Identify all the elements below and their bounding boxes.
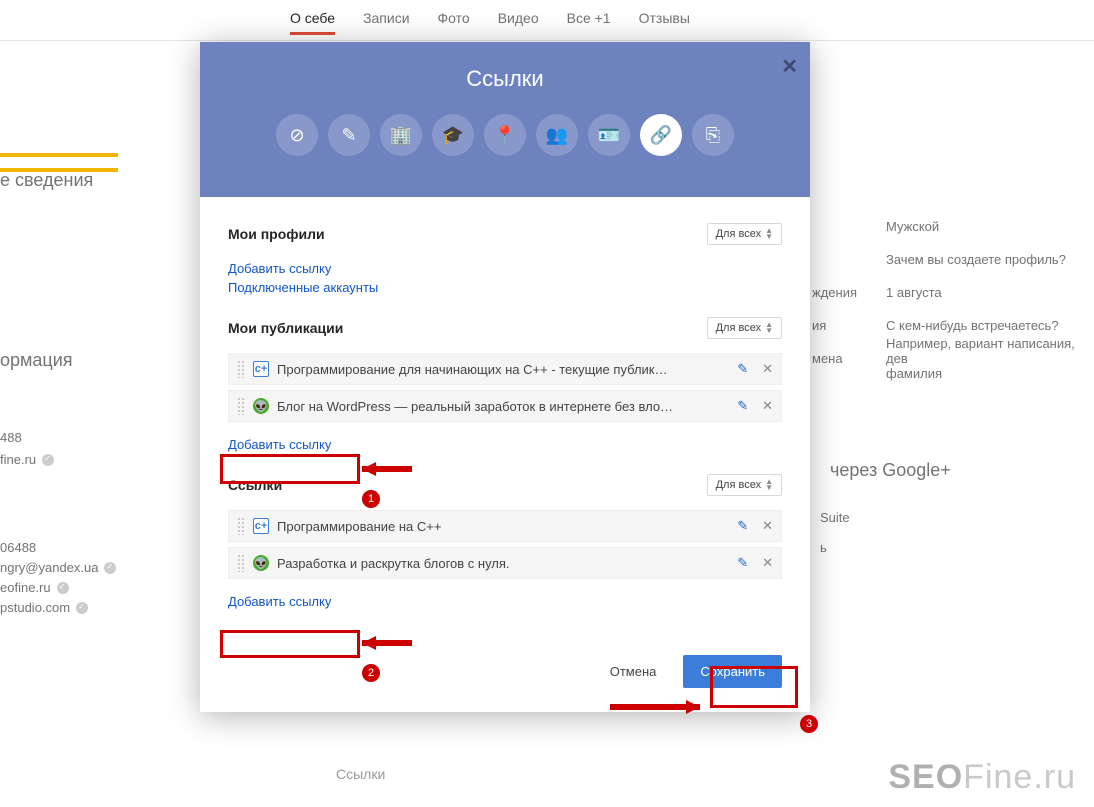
publication-title: Программирование для начинающих на C++ -… (277, 362, 737, 377)
info-heading: ормация (0, 350, 73, 371)
watermark: SEOFine.ru (888, 758, 1076, 797)
graduation-icon[interactable]: 🎓 (432, 114, 474, 156)
section-profiles: Мои профили Для всех ▲▼ Добавить ссылку … (228, 223, 782, 297)
remove-icon[interactable]: ✕ (762, 361, 773, 377)
bg-phone: 488 (0, 430, 22, 445)
tab-videos[interactable]: Видео (498, 10, 539, 43)
visibility-select-publications[interactable]: Для всех ▲▼ (707, 317, 782, 339)
bg-site: fine.ru (0, 452, 54, 467)
gplus-item-1: Suite (820, 510, 850, 525)
remove-icon[interactable]: ✕ (762, 398, 773, 414)
cancel-button[interactable]: Отмена (593, 655, 674, 688)
add-link-publications[interactable]: Добавить ссылку (228, 437, 331, 452)
annotation-badge-3: 3 (800, 715, 818, 733)
bg-email-1: ngry@yandex.ua (0, 560, 116, 575)
card-accent (0, 153, 118, 157)
save-button[interactable]: Сохранить (683, 655, 782, 688)
edit-icon[interactable]: ✎ (737, 555, 748, 571)
profile-field-labels: ждения ия мена (812, 210, 857, 375)
drag-handle-icon[interactable] (237, 554, 245, 572)
sort-icon: ▲▼ (765, 322, 773, 334)
modal-header: ✕ Ссылки ⊘ ✎ 🏢 🎓 📍 👥 🪪 🔗 ⎘ (200, 42, 810, 197)
gplus-heading: через Google+ (830, 460, 951, 481)
drag-handle-icon[interactable] (237, 397, 245, 415)
links-modal: ✕ Ссылки ⊘ ✎ 🏢 🎓 📍 👥 🪪 🔗 ⎘ Мои профили Д… (200, 42, 810, 712)
link-row[interactable]: c+ Программирование на C++ ✎ ✕ (228, 510, 782, 542)
link-row[interactable]: 👽 Разработка и раскрутка блогов с нуля. … (228, 547, 782, 579)
people-icon[interactable]: 👥 (536, 114, 578, 156)
remove-icon[interactable]: ✕ (762, 555, 773, 571)
nav-divider (0, 40, 1094, 41)
section-publications: Мои публикации Для всех ▲▼ c+ Программир… (228, 317, 782, 454)
drag-handle-icon[interactable] (237, 360, 245, 378)
favicon-alien-icon: 👽 (253, 398, 269, 414)
edit-icon[interactable]: ✎ (737, 398, 748, 414)
publication-row[interactable]: c+ Программирование для начинающих на C+… (228, 353, 782, 385)
tab-posts[interactable]: Записи (363, 10, 409, 43)
publication-title: Блог на WordPress — реальный заработок в… (277, 399, 737, 414)
section-title-publications: Мои публикации (228, 320, 343, 336)
publication-row[interactable]: 👽 Блог на WordPress — реальный заработок… (228, 390, 782, 422)
chain-icon[interactable]: 🔗 (640, 114, 682, 156)
add-link-links[interactable]: Добавить ссылку (228, 594, 331, 609)
id-card-icon[interactable]: 🪪 (588, 114, 630, 156)
favicon-cpp-icon: c+ (253, 518, 269, 534)
link-icon[interactable]: ⊘ (276, 114, 318, 156)
close-icon[interactable]: ✕ (781, 54, 798, 79)
favicon-alien-icon: 👽 (253, 555, 269, 571)
pencil-icon[interactable]: ✎ (328, 114, 370, 156)
bg-email-2: eofine.ru (0, 580, 69, 595)
add-link-profiles[interactable]: Добавить ссылку (228, 261, 331, 276)
modal-title: Ссылки (200, 42, 810, 92)
bg-phone2: 06488 (0, 540, 36, 555)
drag-handle-icon[interactable] (237, 517, 245, 535)
category-icons: ⊘ ✎ 🏢 🎓 📍 👥 🪪 🔗 ⎘ (200, 114, 810, 156)
gplus-item-2: ь (820, 540, 827, 555)
building-icon[interactable]: 🏢 (380, 114, 422, 156)
connected-accounts[interactable]: Подключенные аккаунты (228, 280, 378, 295)
section-links: Ссылки Для всех ▲▼ c+ Программирование н… (228, 474, 782, 611)
sort-icon: ▲▼ (765, 228, 773, 240)
edit-icon[interactable]: ✎ (737, 361, 748, 377)
profile-field-values: Мужской Зачем вы создаете профиль? 1 авг… (886, 210, 1094, 375)
annotation-badge-2: 2 (362, 664, 380, 682)
tab-reviews[interactable]: Отзывы (639, 10, 690, 43)
link-title: Программирование на C++ (277, 519, 737, 534)
tab-about[interactable]: О себе (290, 10, 335, 43)
bg-links-heading: Ссылки (336, 766, 385, 782)
sort-icon: ▲▼ (765, 479, 773, 491)
verified-icon (104, 562, 116, 574)
modal-body: Мои профили Для всех ▲▼ Добавить ссылку … (200, 197, 810, 655)
tab-plus-ones[interactable]: Все +1 (567, 10, 611, 43)
info-heading-right: е сведения (0, 170, 93, 191)
tab-photos[interactable]: Фото (438, 10, 470, 43)
visibility-select-profiles[interactable]: Для всех ▲▼ (707, 223, 782, 245)
section-title-profiles: Мои профили (228, 226, 325, 242)
pin-icon[interactable]: 📍 (484, 114, 526, 156)
edit-icon[interactable]: ✎ (737, 518, 748, 534)
favicon-cpp-icon: c+ (253, 361, 269, 377)
verified-icon (76, 602, 88, 614)
bg-email-3: pstudio.com (0, 600, 88, 615)
link-title: Разработка и раскрутка блогов с нуля. (277, 556, 737, 571)
visibility-select-links[interactable]: Для всех ▲▼ (707, 474, 782, 496)
verified-icon (42, 454, 54, 466)
section-title-links: Ссылки (228, 477, 282, 493)
verified-icon (57, 582, 69, 594)
modal-footer: Отмена Сохранить (200, 655, 810, 712)
annotation-badge-1: 1 (362, 490, 380, 508)
remove-icon[interactable]: ✕ (762, 518, 773, 534)
profile-tabs: О себе Записи Фото Видео Все +1 Отзывы (0, 10, 1094, 43)
translate-icon[interactable]: ⎘ (692, 114, 734, 156)
